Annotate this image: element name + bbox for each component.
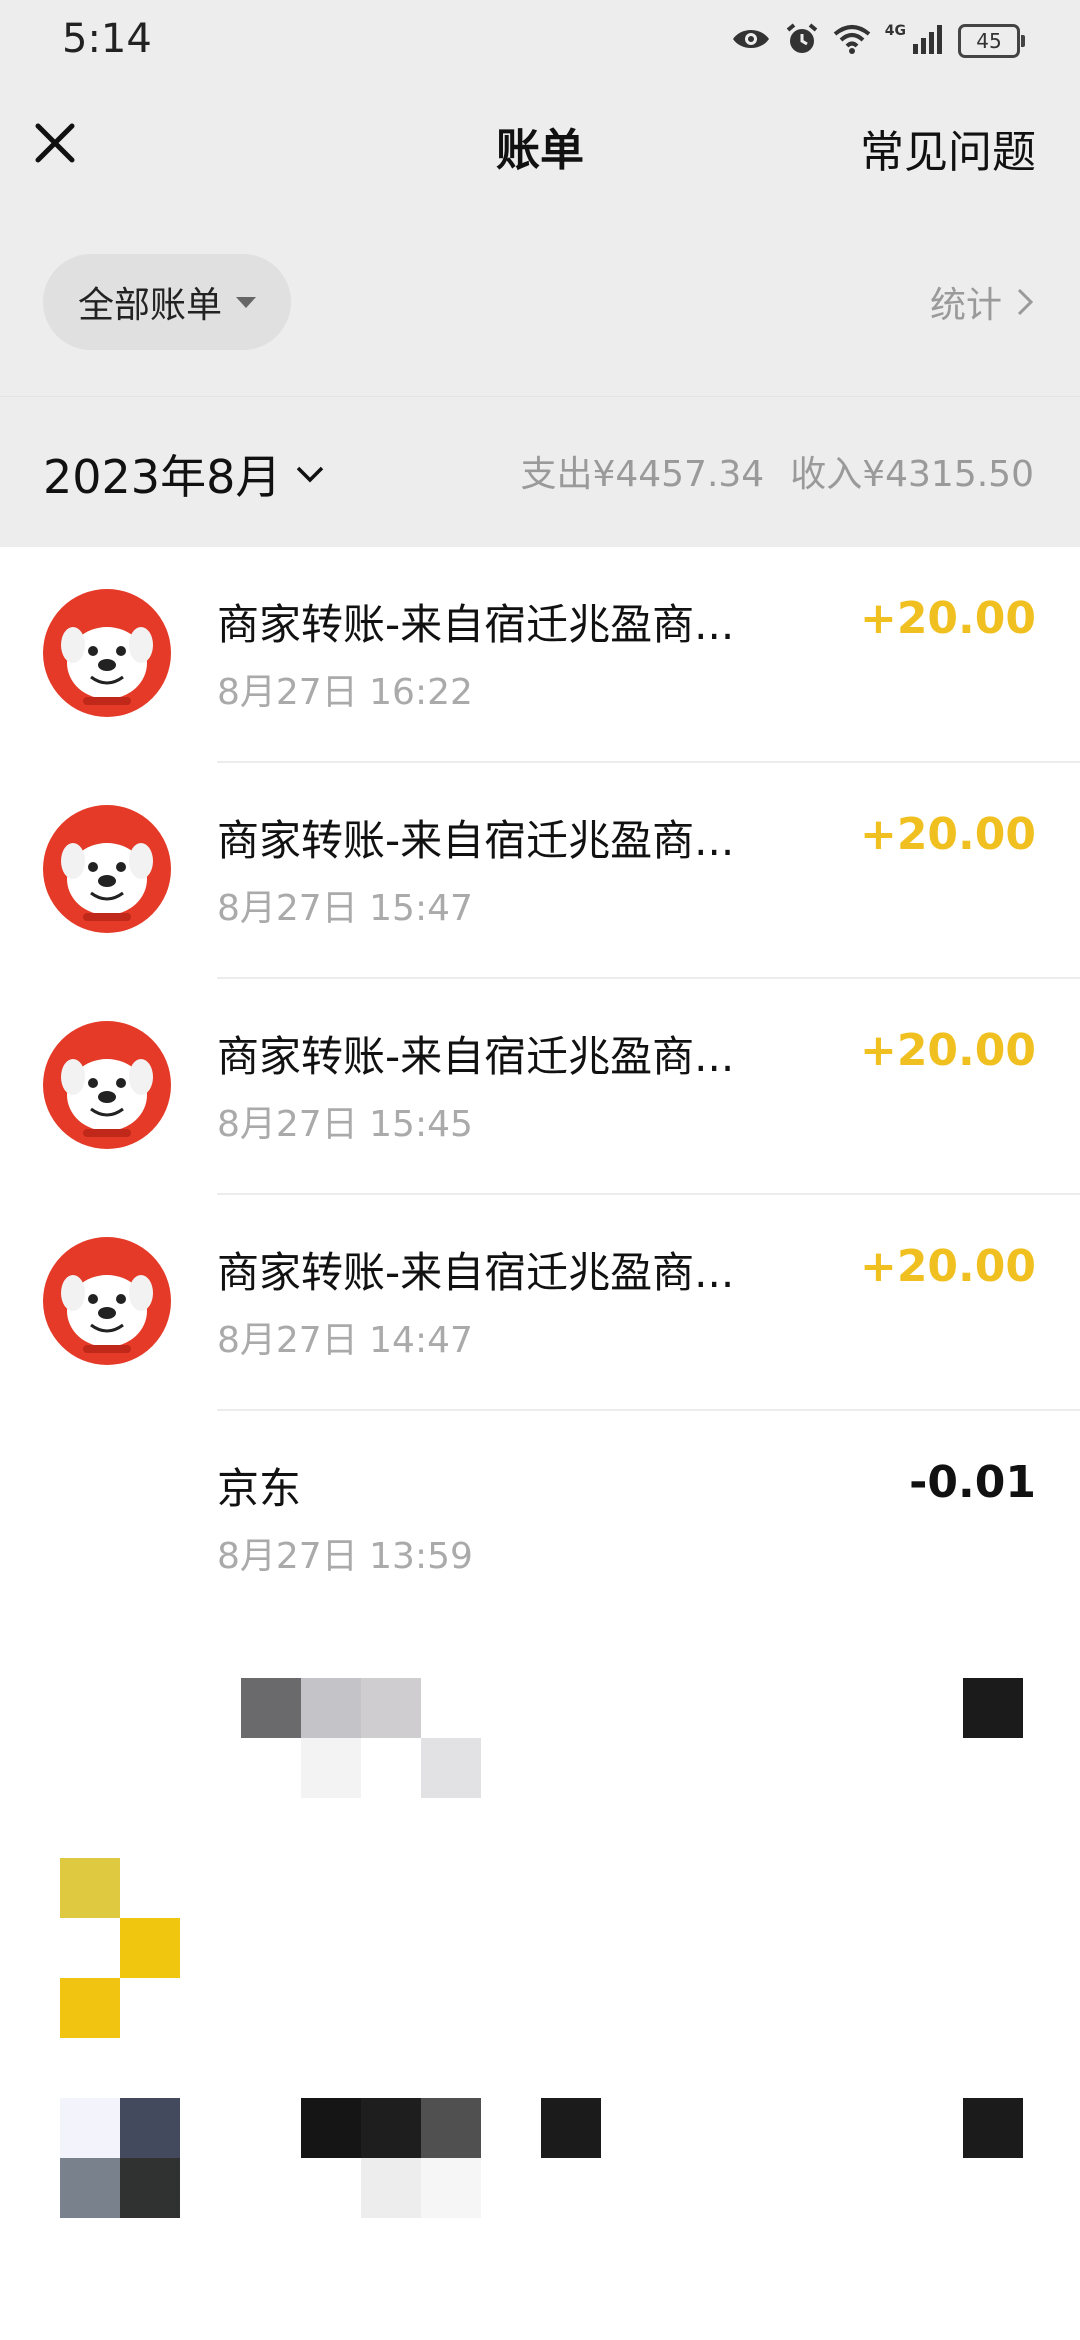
- transaction-row[interactable]: 商家转账-来自宿迁兆盈商... 8月27日 14:47 +20.00: [0, 1195, 1080, 1411]
- mosaic-block: [421, 2098, 481, 2158]
- transaction-row[interactable]: 商家转账-来自宿迁兆盈商... 8月27日 15:47 +20.00: [0, 763, 1080, 979]
- faq-link[interactable]: 常见问题: [860, 116, 1036, 180]
- mosaic-block: [541, 2098, 601, 2158]
- mosaic-block: [421, 1738, 481, 1798]
- status-time: 5:14: [62, 16, 152, 62]
- alarm-icon: [785, 22, 819, 60]
- nav-bar: 账单 常见问题: [0, 84, 1080, 213]
- month-selector[interactable]: 2023年8月: [43, 441, 325, 507]
- stats-label: 统计: [929, 285, 1002, 326]
- merchant-avatar: [43, 1237, 171, 1365]
- month-label: 2023年8月: [43, 450, 282, 504]
- mosaic-block: [60, 1978, 120, 2038]
- bill-filter-dropdown[interactable]: 全部账单: [43, 254, 291, 350]
- transaction-time: 8月27日 13:59: [217, 1536, 473, 1577]
- mosaic-block: [361, 2158, 421, 2218]
- mosaic-block: [963, 1678, 1023, 1738]
- mosaic-block: [421, 2158, 481, 2218]
- merchant-avatar: [43, 805, 171, 933]
- eye-icon: [731, 25, 771, 57]
- merchant-avatar: [43, 589, 171, 717]
- transaction-title: 商家转账-来自宿迁兆盈商...: [217, 600, 735, 649]
- mosaic-block: [361, 1678, 421, 1738]
- filter-label: 全部账单: [77, 285, 222, 326]
- status-bar: 5:14 4G 45: [0, 0, 1080, 84]
- transaction-amount: +20.00: [859, 1241, 1036, 1292]
- transaction-time: 8月27日 14:47: [217, 1320, 473, 1361]
- transaction-amount: +20.00: [859, 593, 1036, 644]
- mosaic-block: [120, 1918, 180, 1978]
- mosaic-block: [120, 2158, 180, 2218]
- month-summary: 支出¥4457.34 收入¥4315.50: [520, 445, 1034, 497]
- jd-dog-icon: [61, 1275, 153, 1353]
- transaction-amount: -0.01: [909, 1457, 1036, 1508]
- transaction-title: 商家转账-来自宿迁兆盈商...: [217, 816, 735, 865]
- transaction-title: 商家转账-来自宿迁兆盈商...: [217, 1248, 735, 1297]
- transaction-time: 8月27日 15:47: [217, 888, 473, 929]
- network-type: 4G: [884, 23, 906, 39]
- income-total: 收入¥4315.50: [790, 454, 1034, 495]
- month-bar: 2023年8月 支出¥4457.34 收入¥4315.50: [0, 397, 1080, 547]
- transaction-row[interactable]: 京东 8月27日 13:59 -0.01: [0, 1411, 1080, 1627]
- transaction-title: 京东: [217, 1464, 302, 1513]
- status-icons: 4G 45: [731, 18, 1025, 64]
- transaction-time: 8月27日 16:22: [217, 672, 473, 713]
- wifi-icon: [833, 24, 871, 58]
- merchant-avatar: [43, 1021, 171, 1149]
- transaction-title: 商家转账-来自宿迁兆盈商...: [217, 1032, 735, 1081]
- chevron-right-icon: [1017, 288, 1034, 316]
- mosaic-block: [301, 1678, 361, 1738]
- mosaic-block: [60, 2158, 120, 2218]
- mosaic-block: [301, 1738, 361, 1798]
- transaction-time: 8月27日 15:45: [217, 1104, 473, 1145]
- mosaic-block: [301, 2098, 361, 2158]
- mosaic-block: [241, 1678, 301, 1738]
- close-button[interactable]: [30, 118, 80, 168]
- transaction-amount: +20.00: [859, 809, 1036, 860]
- transaction-amount: +20.00: [859, 1025, 1036, 1076]
- close-icon: [35, 123, 75, 163]
- chevron-down-icon: [297, 466, 324, 483]
- jd-dog-icon: [61, 627, 153, 705]
- signal-icon: [912, 24, 944, 58]
- mosaic-block: [60, 1858, 120, 1918]
- jd-dog-icon: [61, 843, 153, 921]
- transaction-row[interactable]: 商家转账-来自宿迁兆盈商... 8月27日 16:22 +20.00: [0, 547, 1080, 763]
- expense-total: 支出¥4457.34: [520, 454, 765, 495]
- battery-icon: 45: [958, 24, 1025, 58]
- mosaic-block: [120, 2098, 180, 2158]
- mosaic-block: [361, 2098, 421, 2158]
- mosaic-block: [963, 2098, 1023, 2158]
- filter-bar: 全部账单 统计: [0, 212, 1080, 397]
- mosaic-block: [60, 2098, 120, 2158]
- stats-link[interactable]: 统计: [930, 276, 1034, 328]
- jd-dog-icon: [61, 1059, 153, 1137]
- transaction-row[interactable]: 商家转账-来自宿迁兆盈商... 8月27日 15:45 +20.00: [0, 979, 1080, 1195]
- caret-down-icon: [236, 296, 256, 308]
